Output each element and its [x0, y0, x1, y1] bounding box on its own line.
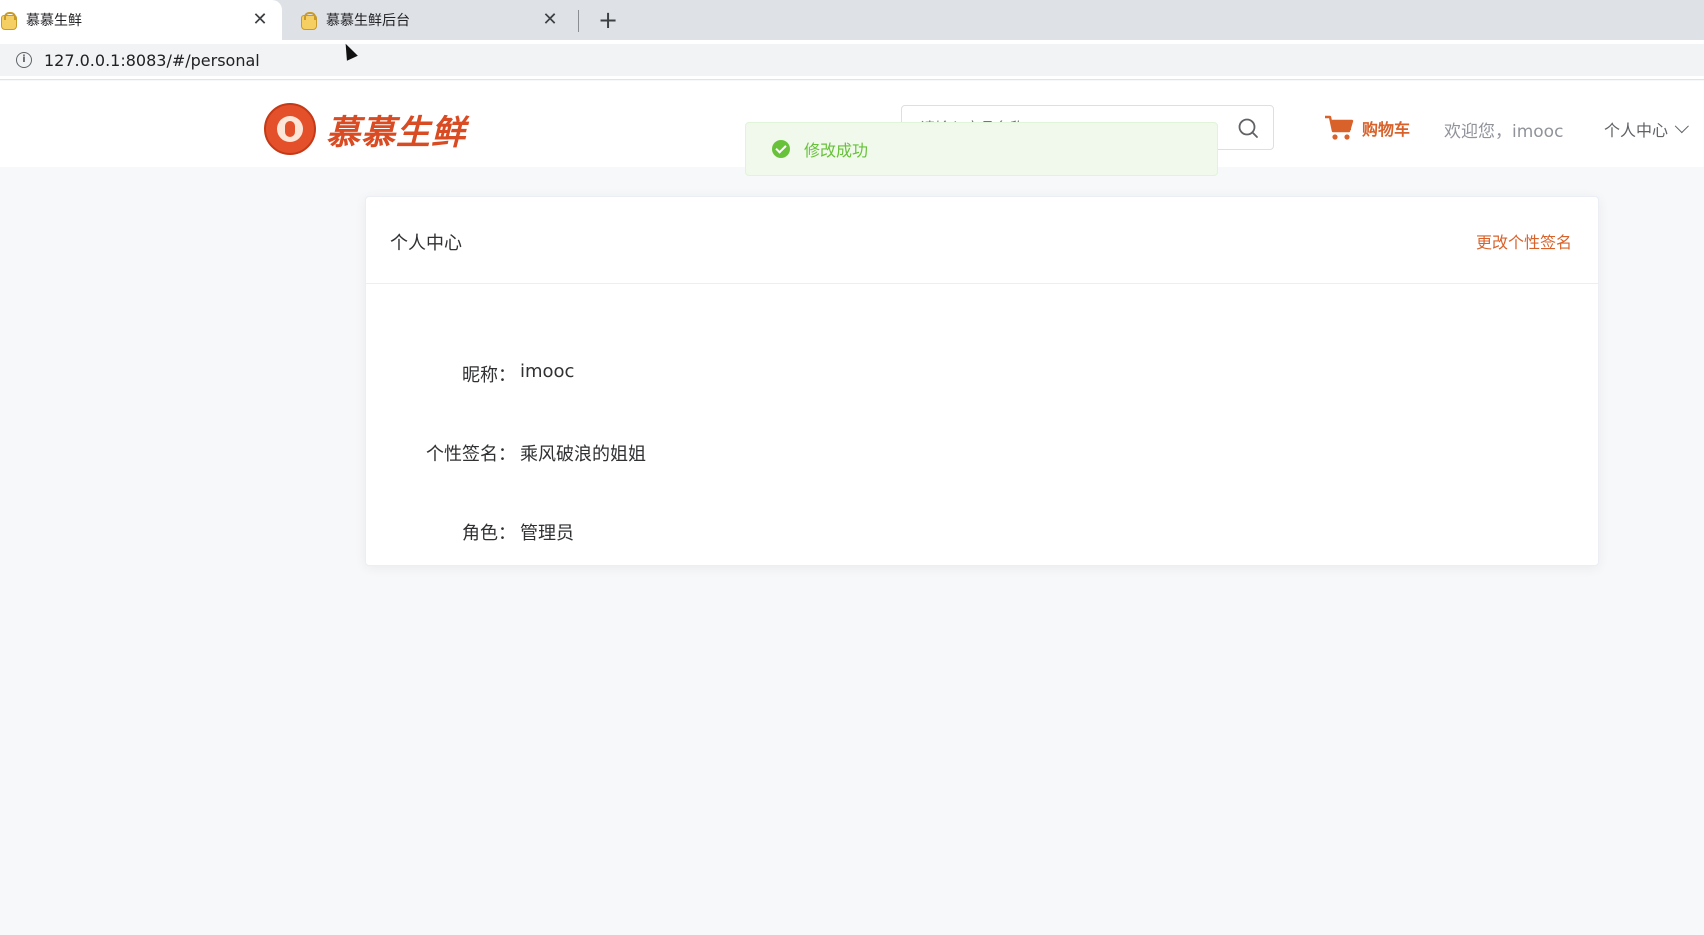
address-bar: i 127.0.0.1:8083/#/personal	[0, 40, 1704, 80]
site-logo[interactable]: 慕慕生鲜	[264, 103, 466, 155]
personal-center-dropdown[interactable]: 个人中心	[1604, 117, 1689, 141]
search-icon[interactable]	[1237, 117, 1259, 139]
signature-label: 个性签名：	[426, 444, 516, 465]
edit-signature-link[interactable]: 更改个性签名	[1476, 229, 1572, 253]
close-icon[interactable]: ✕	[540, 10, 560, 30]
nickname-label: 昵称：	[462, 365, 516, 386]
check-circle-icon	[772, 140, 790, 158]
tab-divider	[578, 10, 579, 32]
url-text[interactable]: 127.0.0.1:8083/#/personal	[44, 51, 260, 70]
logo-text: 慕慕生鲜	[326, 112, 466, 153]
role-row: 角色： 管理员	[366, 519, 574, 545]
nickname-value: imooc	[520, 361, 575, 382]
shopping-cart-icon	[1325, 115, 1354, 140]
personal-center-label: 个人中心	[1604, 121, 1669, 140]
url-field[interactable]: i 127.0.0.1:8083/#/personal	[0, 44, 1704, 76]
cart-link[interactable]: 购物车	[1324, 115, 1410, 141]
chevron-down-icon	[1674, 119, 1689, 134]
card-title: 个人中心	[390, 233, 462, 254]
nickname-row: 昵称： imooc	[366, 361, 574, 387]
browser-tab-shop[interactable]: 慕慕生鲜 ✕	[0, 0, 282, 40]
cart-label: 购物车	[1362, 120, 1411, 139]
success-toast: 修改成功	[745, 122, 1218, 176]
browser-tab-bar: 慕慕生鲜 ✕ 慕慕生鲜后台 ✕ +	[0, 0, 1704, 40]
shopping-bag-favicon-icon	[0, 12, 17, 30]
close-icon[interactable]: ✕	[250, 10, 270, 30]
signature-value: 乘风破浪的姐姐	[520, 444, 646, 465]
toast-message: 修改成功	[804, 141, 869, 160]
personal-center-card: 个人中心 更改个性签名 昵称： imooc 个性签名： 乘风破浪的姐姐 角色： …	[365, 196, 1599, 566]
browser-tab-admin[interactable]: 慕慕生鲜后台 ✕	[290, 0, 572, 40]
tab-title: 慕慕生鲜后台	[326, 13, 410, 29]
new-tab-plus-icon[interactable]: +	[594, 6, 622, 34]
shopping-bag-favicon-icon	[300, 12, 317, 30]
role-label: 角色：	[462, 523, 516, 544]
welcome-text: 欢迎您，imooc	[1444, 122, 1564, 142]
role-value: 管理员	[520, 523, 574, 544]
signature-row: 个性签名： 乘风破浪的姐姐	[366, 440, 646, 466]
card-header: 个人中心 更改个性签名	[366, 197, 1598, 284]
tab-title: 慕慕生鲜	[26, 13, 82, 29]
info-icon[interactable]: i	[16, 52, 32, 68]
logo-emblem-icon	[264, 103, 316, 155]
